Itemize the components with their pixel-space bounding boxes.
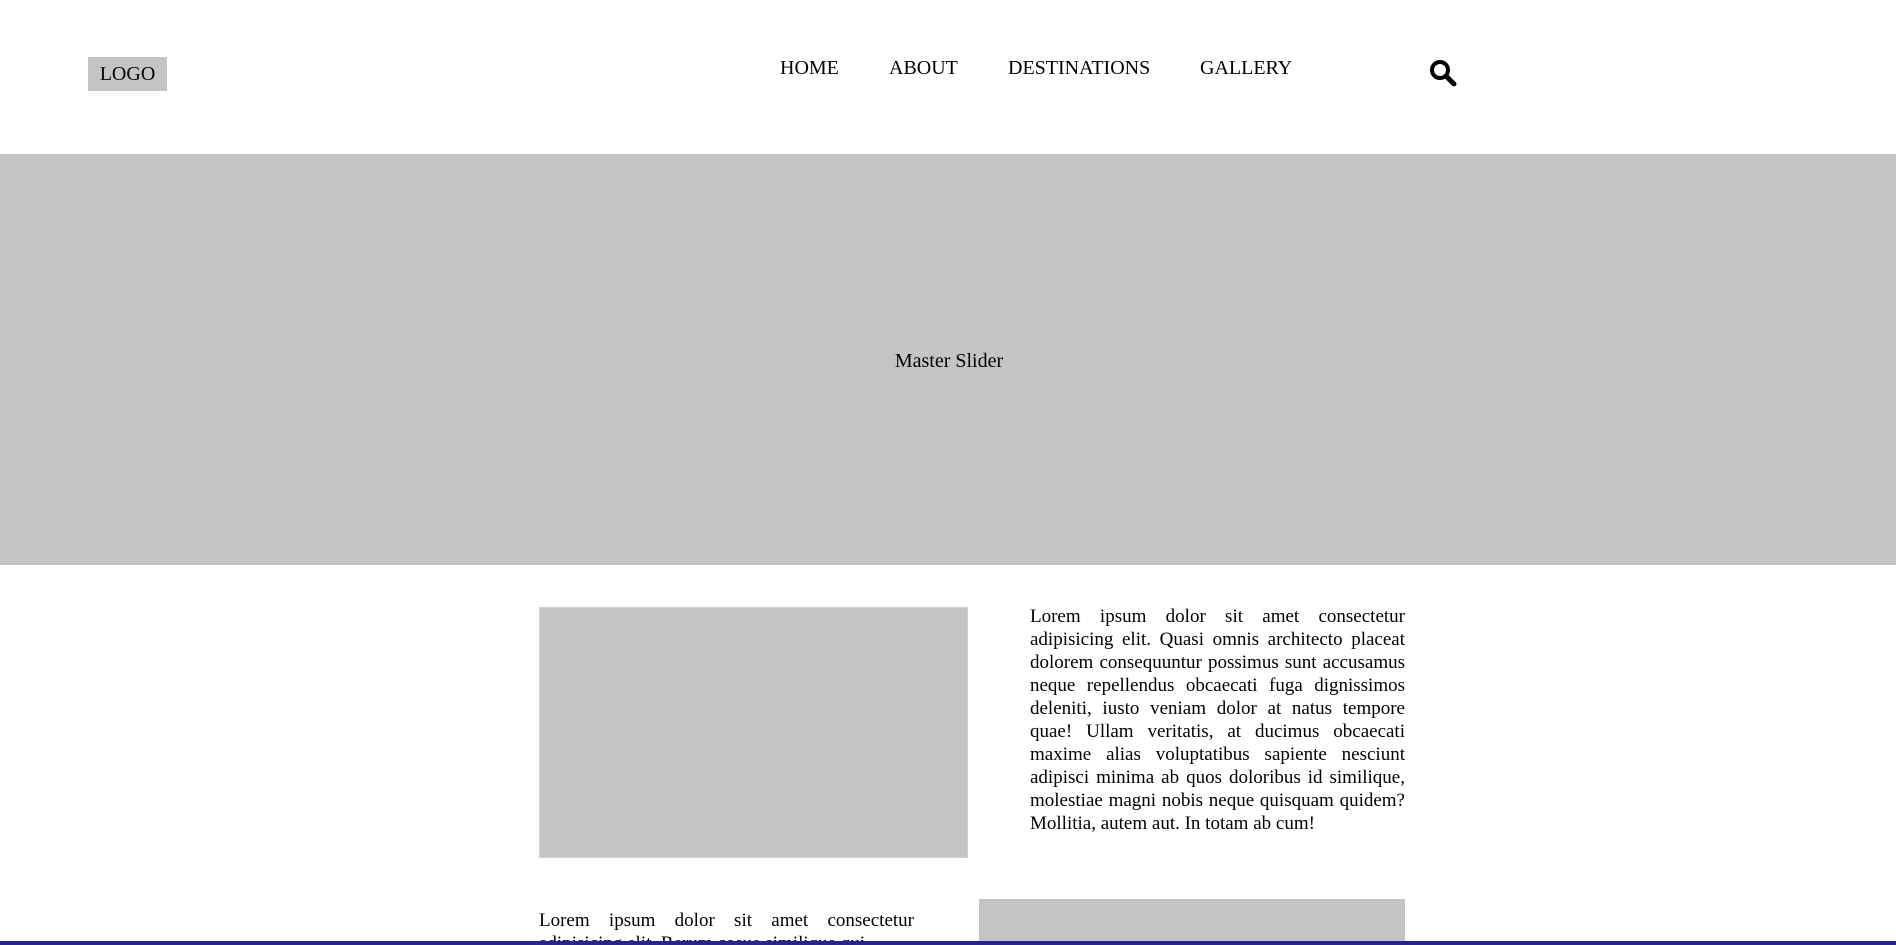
image-placeholder-2	[979, 899, 1405, 945]
logo[interactable]: LOGO	[88, 57, 167, 91]
slider-label: Master Slider	[894, 350, 1004, 372]
site-header: LOGO HOME ABOUT DESTINATIONS GALLERY	[0, 0, 1896, 154]
bottom-border	[0, 941, 1896, 945]
nav-destinations-link[interactable]: DESTINATIONS	[1008, 56, 1150, 80]
nav-about-link[interactable]: ABOUT	[889, 56, 958, 80]
image-placeholder-1	[539, 607, 968, 858]
content-paragraph-2: Lorem ipsum dolor sit amet consectetur a…	[539, 910, 914, 945]
master-slider[interactable]: Master Slider	[0, 154, 1896, 565]
search-icon[interactable]	[1428, 58, 1458, 88]
content-paragraph-1: Lorem ipsum dolor sit amet consectetur a…	[1030, 606, 1405, 834]
nav-gallery-link[interactable]: GALLERY	[1200, 56, 1292, 80]
nav-home-link[interactable]: HOME	[780, 56, 839, 80]
